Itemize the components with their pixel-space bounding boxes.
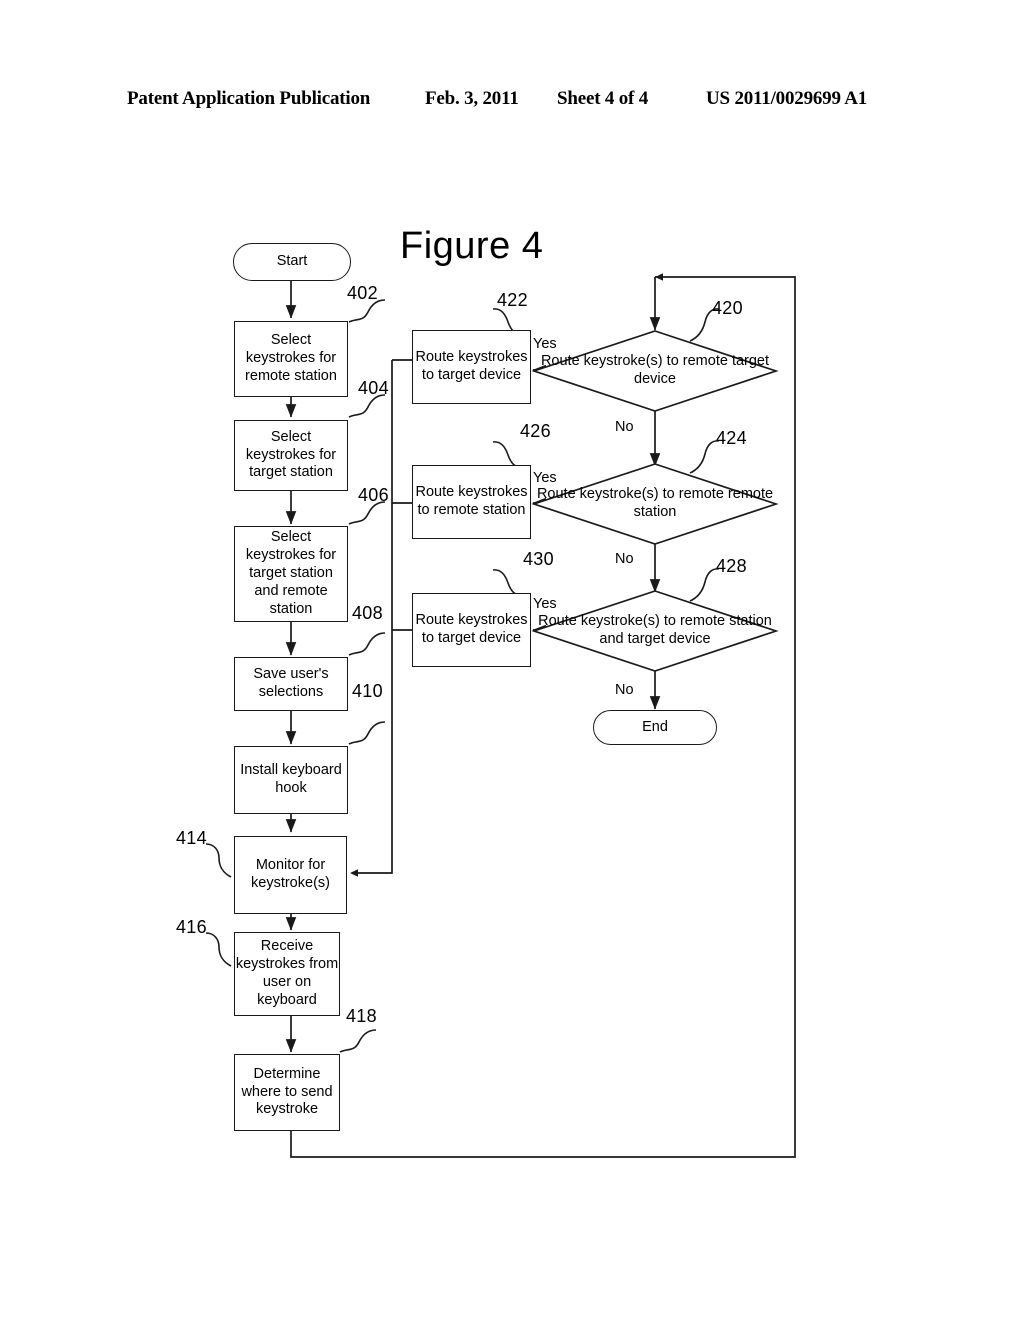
node-label: Route keystrokes to target device	[415, 349, 528, 383]
node-label: Route keystrokes to target device	[415, 612, 528, 646]
edge-label-no-424: No	[615, 551, 634, 567]
process-monitor-for-keystrokes: Monitor for keystroke(s)	[234, 836, 347, 914]
ref-numeral-426: 426	[520, 421, 551, 441]
ref-numeral-430: 430	[523, 549, 554, 569]
edge-label-yes-424: Yes	[533, 470, 557, 486]
process-receive-keystrokes-from-user: Receive keystrokes from user on keyboard	[234, 932, 340, 1016]
ref-numeral-420: 420	[712, 298, 743, 318]
edge-label-no-420: No	[615, 419, 634, 435]
node-label: Determine where to send keystroke	[241, 1065, 333, 1118]
node-label: Start	[276, 253, 308, 270]
node-label: Save user's selections	[253, 666, 329, 700]
decision-route-to-remote-station-and-target-device: Route keystroke(s) to remote station and…	[531, 590, 779, 672]
process-select-keystrokes-target-station: Select keystrokes for target station	[234, 420, 348, 491]
process-select-keystrokes-target-and-remote-station: Select keystrokes for target station and…	[234, 526, 348, 622]
ref-numeral-402: 402	[347, 283, 378, 303]
ref-numeral-404: 404	[358, 378, 389, 398]
decision-route-to-remote-remote-station: Route keystroke(s) to remote remote stat…	[531, 463, 779, 545]
edge-label-yes-428: Yes	[533, 596, 557, 612]
process-determine-where-to-send-keystroke: Determine where to send keystroke	[234, 1054, 340, 1131]
node-label: Monitor for keystroke(s)	[251, 857, 330, 891]
node-label: Select keystrokes for target station and…	[245, 529, 337, 617]
process-route-keystrokes-to-target-device-430: Route keystrokes to target device	[412, 593, 531, 667]
ref-numeral-418: 418	[346, 1006, 377, 1026]
ref-numeral-410: 410	[352, 681, 383, 701]
ref-numeral-414: 414	[176, 828, 207, 848]
terminator-start: Start	[233, 243, 351, 281]
ref-numeral-428: 428	[716, 556, 747, 576]
node-label: Select keystrokes for target station	[245, 428, 337, 481]
node-label: End	[642, 718, 668, 735]
figure-4-flowchart: Figure 4 Start Select keystrokes for rem…	[0, 0, 1024, 1320]
edge-label-yes-420: Yes	[533, 336, 557, 352]
process-select-keystrokes-remote-station: Select keystrokes for remote station	[234, 321, 348, 397]
ref-numeral-406: 406	[358, 485, 389, 505]
process-save-user-selections: Save user's selections	[234, 657, 348, 711]
ref-numeral-416: 416	[176, 917, 207, 937]
node-label: Receive keystrokes from user on keyboard	[235, 938, 339, 1008]
process-install-keyboard-hook: Install keyboard hook	[234, 746, 348, 814]
node-label: Select keystrokes for remote station	[245, 332, 337, 384]
node-label: Install keyboard hook	[240, 762, 342, 796]
ref-numeral-424: 424	[716, 428, 747, 448]
ref-numeral-408: 408	[352, 603, 383, 623]
node-label: Route keystrokes to remote station	[415, 484, 528, 518]
process-route-keystrokes-to-target-device-422: Route keystrokes to target device	[412, 330, 531, 404]
terminator-end: End	[593, 710, 717, 745]
decision-route-to-remote-target-device: Route keystroke(s) to remote target devi…	[531, 330, 779, 412]
ref-numeral-422: 422	[497, 290, 528, 310]
edge-label-no-428: No	[615, 682, 634, 698]
figure-title: Figure 4	[400, 225, 544, 267]
process-route-keystrokes-to-remote-station-426: Route keystrokes to remote station	[412, 465, 531, 539]
